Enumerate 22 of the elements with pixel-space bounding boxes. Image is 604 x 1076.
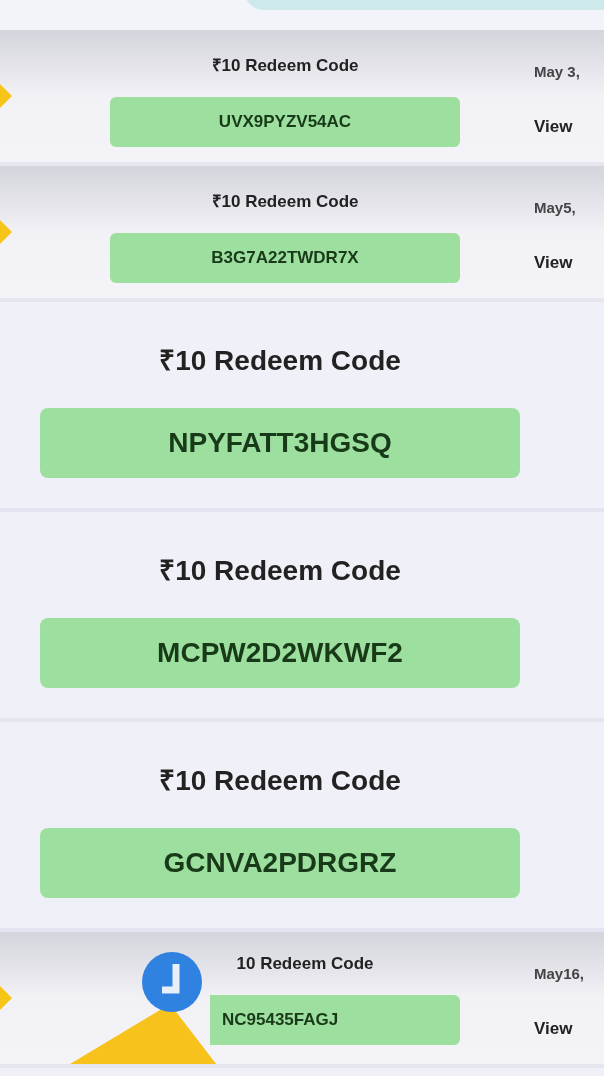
code-box[interactable]: NPYFATT3HGSQ [40, 408, 520, 478]
code-title: ₹10 Redeem Code [211, 191, 359, 214]
code-title: ₹10 Redeem Code [158, 344, 402, 378]
code-title: 10 Redeem Code [235, 953, 374, 976]
code-box[interactable]: UVX9PYZV54AC [110, 96, 460, 147]
coin-icon [0, 218, 14, 246]
view-link[interactable]: View [534, 113, 604, 139]
coin-icon [0, 984, 14, 1012]
code-title: ₹10 Redeem Code [158, 764, 402, 798]
date-label: May5, [534, 198, 577, 218]
code-title: ₹10 Redeem Code [211, 55, 359, 78]
date-label: May16, [534, 964, 586, 984]
code-box[interactable]: B3G7A22TWDR7X [110, 232, 460, 283]
code-box[interactable]: GCNVA2PDRGRZ [40, 828, 520, 898]
code-box[interactable]: MCPW2D2WKWF2 [40, 618, 520, 688]
coin-icon [0, 82, 14, 110]
code-title: ₹10 Redeem Code [158, 554, 402, 588]
view-link[interactable]: View [534, 1015, 604, 1041]
check-icon [140, 950, 204, 1014]
view-link[interactable]: View [534, 249, 604, 275]
code-box[interactable]: NC95435FAGJ [210, 994, 460, 1045]
date-label: May 3, [534, 62, 581, 82]
